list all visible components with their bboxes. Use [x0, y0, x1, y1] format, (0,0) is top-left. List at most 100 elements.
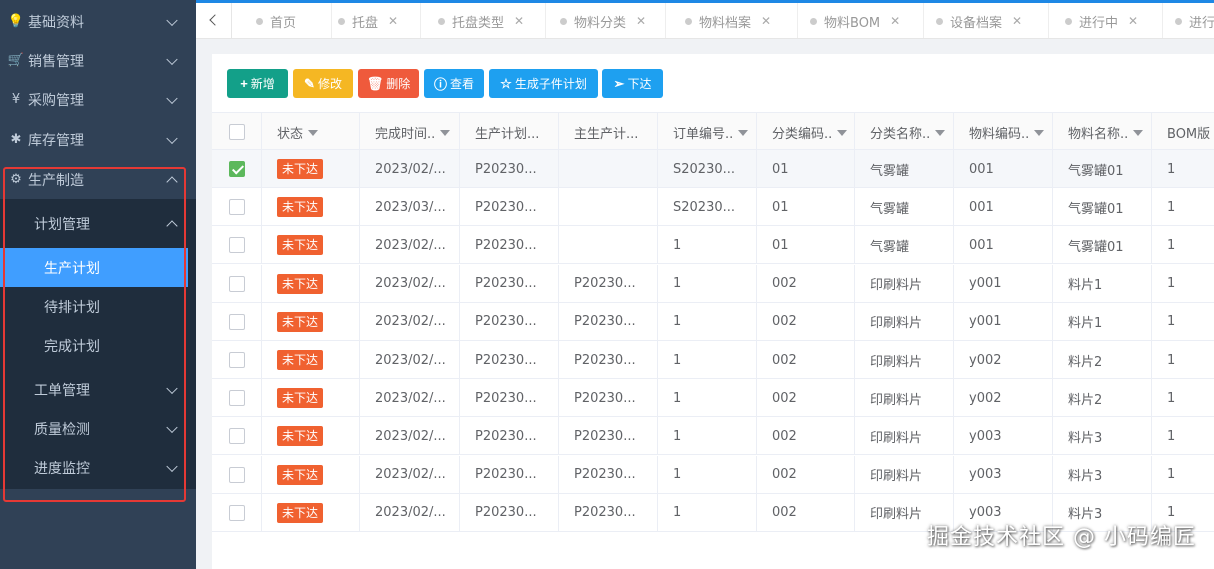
sidebar-item-purchase[interactable]: ¥ 采购管理	[0, 80, 196, 119]
row-select-cell[interactable]	[212, 150, 262, 188]
table-row[interactable]: 未下达 2023/02/... P20230... P20230... 1 002 印刷料片…	[212, 417, 1214, 456]
select-all-checkbox[interactable]	[212, 113, 262, 151]
checkbox[interactable]	[229, 124, 245, 140]
filter-icon[interactable]	[308, 130, 319, 136]
row-select-cell[interactable]	[212, 302, 262, 341]
sidebar-item-production-plan[interactable]: 生产计划	[0, 248, 188, 287]
close-icon[interactable]: ✕	[636, 14, 646, 28]
sidebar-item-production[interactable]: ⚙ 生产制造	[0, 160, 196, 199]
close-icon[interactable]: ✕	[890, 14, 900, 28]
row-select-cell[interactable]	[212, 264, 262, 303]
main-content: + 新增 ✎ 修改 🗑 删除 ⓘ 查看 ☆ 生成子件计划 ➢ 下达 状态 完成时间.. 生产计划…	[212, 54, 1214, 569]
close-icon[interactable]: ✕	[514, 14, 524, 28]
filter-icon[interactable]	[837, 130, 848, 136]
add-button[interactable]: + 新增	[227, 69, 288, 98]
col-plan-no-cell: P20230...	[460, 302, 559, 341]
status-badge: 未下达	[277, 350, 324, 370]
tab-in-progress[interactable]: 进行中 ✕	[1053, 3, 1163, 38]
close-icon[interactable]: ✕	[388, 14, 398, 28]
chevron-down-icon	[166, 460, 178, 472]
table-row[interactable]: 未下达 2023/02/... P20230... P20230... 1 002 印刷料片…	[212, 455, 1214, 494]
tab-material-archive[interactable]: 物料档案 ✕	[673, 3, 798, 38]
table-row[interactable]: 未下达 2023/02/... P20230... 1 01 气雾罐 001 气雾罐01 1	[212, 226, 1214, 265]
tabs-scroll-left-button[interactable]	[196, 3, 232, 38]
tab-pallet[interactable]: 托盘 ✕	[326, 3, 421, 38]
col-material-code-header[interactable]: 物料编码..	[954, 113, 1053, 151]
row-select-cell[interactable]	[212, 226, 262, 265]
edit-button[interactable]: ✎ 修改	[293, 69, 353, 98]
row-checkbox[interactable]	[229, 161, 245, 177]
cell-value: P20230...	[475, 314, 537, 330]
sidebar-group-plan[interactable]: 计划管理	[0, 204, 196, 243]
close-icon[interactable]: ✕	[1128, 14, 1138, 28]
table-row[interactable]: 未下达 2023/02/... P20230... P20230... 1 002 印刷料片…	[212, 379, 1214, 418]
col-finish-time-cell: 2023/03/...	[360, 188, 460, 227]
close-icon[interactable]: ✕	[1012, 14, 1022, 28]
cell-value: 料片2	[1068, 354, 1103, 370]
row-checkbox[interactable]	[229, 199, 245, 216]
row-checkbox[interactable]	[229, 352, 245, 368]
row-checkbox[interactable]	[229, 428, 245, 445]
col-status-header[interactable]: 状态	[262, 113, 360, 151]
tab-equipment-archive[interactable]: 设备档案 ✕	[924, 3, 1049, 38]
view-button[interactable]: ⓘ 查看	[424, 69, 484, 98]
table-row[interactable]: 未下达 2023/02/... P20230... P20230... 1 002 印刷料片…	[212, 264, 1214, 303]
issue-button[interactable]: ➢ 下达	[602, 69, 663, 98]
row-checkbox[interactable]	[229, 466, 245, 483]
sidebar-group-quality[interactable]: 质量检测	[0, 409, 196, 448]
sidebar-group-work-order[interactable]: 工单管理	[0, 370, 196, 409]
filter-icon[interactable]	[440, 130, 451, 136]
chevron-down-icon	[166, 421, 178, 433]
filter-icon[interactable]	[1034, 130, 1045, 136]
cell-value: 1	[1167, 352, 1176, 368]
row-select-cell[interactable]	[212, 379, 262, 418]
row-checkbox[interactable]	[229, 504, 245, 521]
tab-pallet-type[interactable]: 托盘类型 ✕	[426, 3, 546, 38]
filter-icon[interactable]	[738, 130, 749, 136]
filter-icon[interactable]	[935, 130, 946, 136]
col-master-plan-header[interactable]: 主生产计...	[559, 113, 658, 151]
sidebar-group-progress[interactable]: 进度监控	[0, 448, 196, 487]
tab-in-progress-2[interactable]: 进行	[1163, 3, 1214, 38]
tab-material-category[interactable]: 物料分类 ✕	[548, 3, 666, 38]
col-bom-version-header[interactable]: BOM版	[1152, 113, 1214, 151]
col-category-name-cell: 印刷料片	[855, 455, 954, 494]
table-row[interactable]: 未下达 2023/02/... P20230... P20230... 1 002 印刷料片…	[212, 341, 1214, 379]
row-select-cell[interactable]	[212, 493, 262, 532]
tab-material-bom[interactable]: 物料BOM ✕	[798, 3, 924, 38]
sidebar-item-sales[interactable]: 🛒 销售管理	[0, 41, 196, 80]
row-select-cell[interactable]	[212, 341, 262, 379]
row-select-cell[interactable]	[212, 417, 262, 456]
row-checkbox[interactable]	[229, 313, 245, 330]
table-row[interactable]: 未下达 2023/02/... P20230... S20230... 01 气雾罐 001…	[212, 150, 1214, 188]
cell-value: 2023/02/...	[375, 428, 446, 444]
col-category-code-header[interactable]: 分类编码..	[757, 113, 855, 151]
sidebar-item-inventory[interactable]: ✱ 库存管理	[0, 120, 196, 159]
col-material-name-header[interactable]: 物料名称..	[1053, 113, 1152, 151]
delete-button[interactable]: 🗑 删除	[358, 69, 419, 98]
cell-value: P20230...	[574, 390, 636, 406]
cell-value: 气雾罐01	[1068, 201, 1124, 217]
generate-subplan-button[interactable]: ☆ 生成子件计划	[489, 69, 598, 98]
col-category-name-header[interactable]: 分类名称..	[855, 113, 954, 151]
row-select-cell[interactable]	[212, 188, 262, 227]
table-row[interactable]: 未下达 2023/03/... P20230... S20230... 01 气雾罐 001…	[212, 188, 1214, 227]
row-checkbox[interactable]	[229, 390, 245, 407]
col-material-code-cell: y002	[954, 341, 1053, 379]
sidebar-group-label: 质量检测	[34, 421, 90, 438]
row-select-cell[interactable]	[212, 455, 262, 494]
table-row[interactable]: 未下达 2023/02/... P20230... P20230... 1 002 印刷料片…	[212, 302, 1214, 341]
sidebar-item-completed-plan[interactable]: 完成计划	[0, 326, 196, 365]
col-master-plan-cell: P20230...	[559, 379, 658, 418]
row-checkbox[interactable]	[229, 237, 245, 254]
col-order-no-header[interactable]: 订单编号..	[658, 113, 757, 151]
tab-home[interactable]: 首页	[244, 3, 332, 38]
close-icon[interactable]: ✕	[761, 14, 771, 28]
col-master-plan-cell	[559, 150, 658, 188]
col-plan-no-header[interactable]: 生产计划...	[460, 113, 559, 151]
col-finish-time-header[interactable]: 完成时间..	[360, 113, 460, 151]
row-checkbox[interactable]	[229, 275, 245, 292]
filter-icon[interactable]	[1133, 130, 1144, 136]
sidebar-item-pending-plan[interactable]: 待排计划	[0, 287, 196, 326]
sidebar-item-basic-data[interactable]: 💡 基础资料	[0, 2, 196, 41]
